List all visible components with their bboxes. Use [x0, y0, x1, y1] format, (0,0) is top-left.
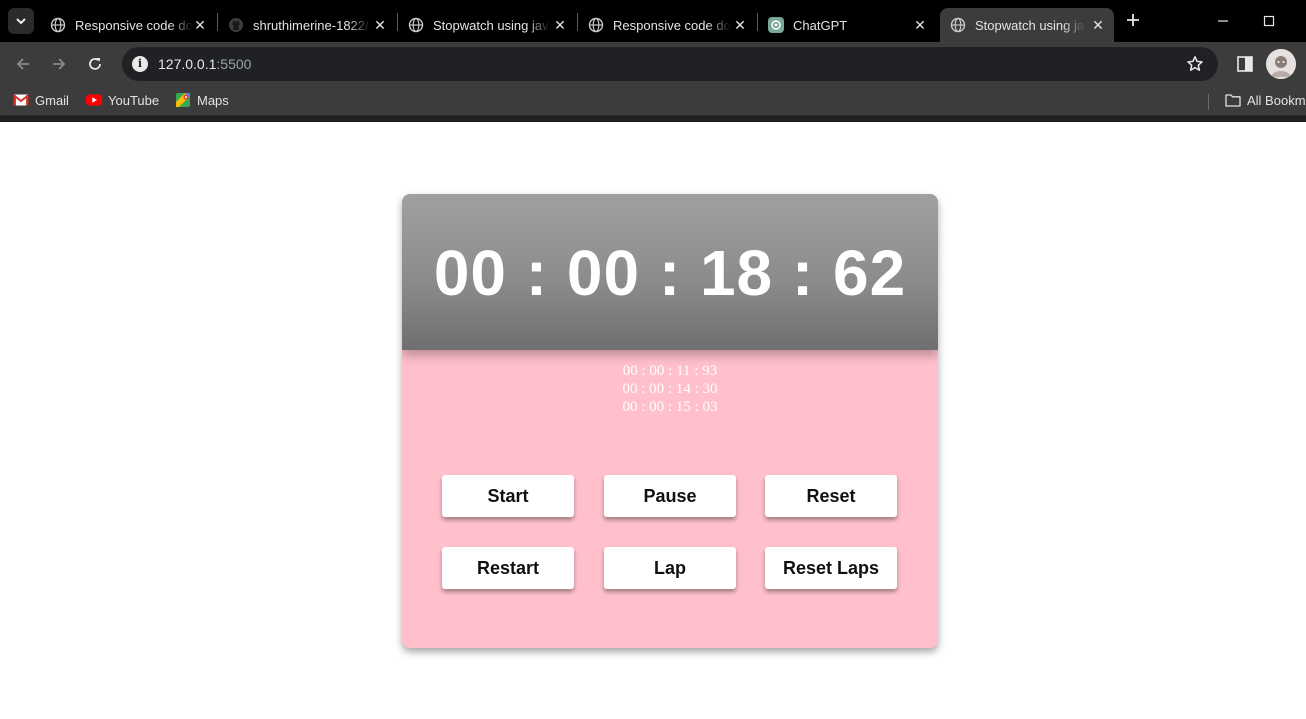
bookmark-label: Gmail	[35, 92, 69, 108]
profile-avatar[interactable]	[1266, 49, 1296, 79]
chevron-down-icon	[16, 18, 26, 25]
bookmarks-divider	[1208, 94, 1209, 110]
site-info-icon[interactable]: i	[132, 56, 148, 72]
lap-entry: 00 : 00 : 11 : 93	[622, 363, 718, 379]
gmail-icon	[13, 92, 29, 108]
bookmark-gmail[interactable]: Gmail	[13, 92, 69, 108]
url-port: :5500	[216, 56, 252, 72]
close-icon[interactable]: ✕	[1090, 17, 1106, 33]
tab-2[interactable]: shruthimerine-1822/ ✕	[218, 8, 396, 42]
close-icon[interactable]: ✕	[912, 17, 928, 33]
maximize-icon	[1263, 15, 1275, 27]
url-host: 127.0.0.1	[158, 56, 217, 72]
url-text: 127.0.0.1:5500	[158, 56, 251, 72]
bookmark-youtube[interactable]: YouTube	[86, 92, 159, 108]
bookmark-label: YouTube	[108, 92, 160, 108]
tab-title: Stopwatch using java	[975, 17, 1085, 33]
close-icon[interactable]: ✕	[552, 17, 568, 33]
folder-icon	[1225, 92, 1241, 108]
bookmark-label: Maps	[197, 92, 229, 108]
maximize-button[interactable]	[1246, 8, 1292, 34]
github-icon	[228, 17, 244, 33]
stopwatch-card: 00 : 00 : 18 : 62 00 : 00 : 11 : 93 00 :…	[402, 194, 938, 648]
time-readout: 00 : 00 : 18 : 62	[433, 237, 907, 309]
start-button[interactable]: Start	[442, 475, 574, 517]
side-panel-icon[interactable]	[1236, 55, 1254, 78]
lap-entry: 00 : 00 : 15 : 03	[622, 399, 718, 415]
bookmarks-bar: Gmail YouTube Maps All Bookma	[0, 86, 1306, 116]
close-icon[interactable]: ✕	[372, 17, 388, 33]
reload-icon	[89, 58, 101, 70]
new-tab-button[interactable]	[1122, 10, 1144, 32]
address-bar[interactable]: i 127.0.0.1:5500	[122, 47, 1218, 81]
tab-6-active[interactable]: Stopwatch using java ✕	[940, 8, 1114, 42]
lap-entry: 00 : 00 : 14 : 30	[622, 381, 718, 397]
minimize-button[interactable]	[1200, 8, 1246, 34]
browser-toolbar: i 127.0.0.1:5500	[0, 42, 1306, 86]
bookmark-maps[interactable]: Maps	[175, 92, 229, 108]
globe-icon	[950, 17, 966, 33]
globe-icon	[588, 17, 604, 33]
tab-search-button[interactable]	[8, 8, 34, 34]
all-bookmarks-label: All Bookma	[1247, 92, 1306, 108]
lap-list: 00 : 00 : 11 : 93 00 : 00 : 14 : 30 00 :…	[402, 362, 938, 416]
maps-icon	[175, 92, 191, 108]
tab-title: Stopwatch using java	[433, 17, 551, 33]
globe-icon	[408, 17, 424, 33]
arrow-right-icon	[53, 58, 66, 70]
bookmark-star-icon[interactable]	[1186, 55, 1204, 78]
tab-strip: Responsive code doc ✕ shruthimerine-1822…	[0, 0, 1306, 42]
plus-icon	[1127, 14, 1139, 26]
globe-icon	[50, 17, 66, 33]
reload-button[interactable]	[83, 52, 107, 76]
reset-laps-button[interactable]: Reset Laps	[765, 547, 897, 589]
close-icon[interactable]: ✕	[732, 17, 748, 33]
back-button[interactable]	[11, 52, 35, 76]
tab-1[interactable]: Responsive code doc ✕	[40, 8, 216, 42]
restart-button[interactable]: Restart	[442, 547, 574, 589]
tab-title: Responsive code doc	[613, 17, 731, 33]
tab-5[interactable]: ChatGPT ✕	[758, 8, 936, 42]
time-display: 00 : 00 : 18 : 62	[402, 194, 938, 350]
forward-button[interactable]	[47, 52, 71, 76]
page-content: 00 : 00 : 18 : 62 00 : 00 : 11 : 93 00 :…	[0, 122, 1306, 719]
tab-3[interactable]: Stopwatch using java ✕	[398, 8, 576, 42]
tab-title: shruthimerine-1822/	[253, 17, 369, 33]
youtube-icon	[86, 92, 102, 108]
reset-button[interactable]: Reset	[765, 475, 897, 517]
tab-title: ChatGPT	[793, 17, 848, 33]
chatgpt-icon	[768, 17, 784, 33]
tab-4[interactable]: Responsive code doc ✕	[578, 8, 756, 42]
close-icon[interactable]: ✕	[192, 17, 208, 33]
tab-title: Responsive code doc	[75, 17, 193, 33]
pause-button[interactable]: Pause	[604, 475, 736, 517]
arrow-left-icon	[16, 58, 29, 70]
minimize-icon	[1218, 20, 1228, 22]
all-bookmarks[interactable]: All Bookma	[1225, 92, 1306, 108]
lap-button[interactable]: Lap	[604, 547, 736, 589]
